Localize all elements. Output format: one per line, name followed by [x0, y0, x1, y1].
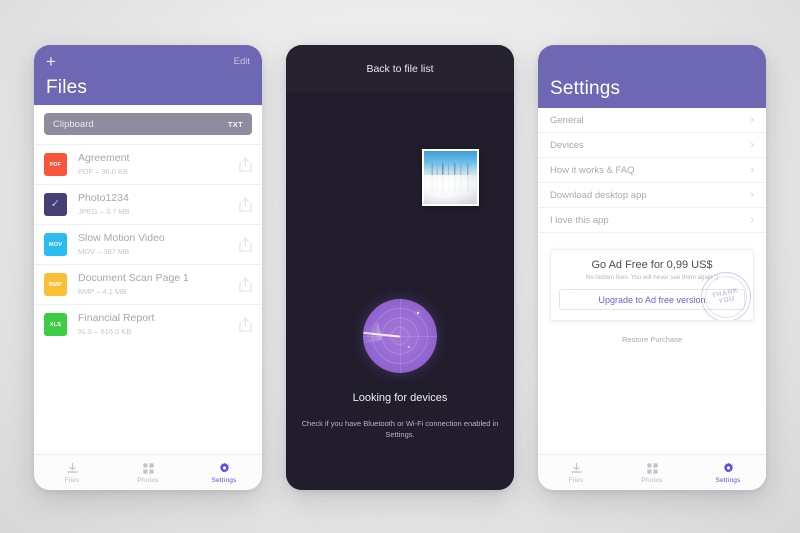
tab-label: Settings: [715, 477, 741, 484]
file-type-badge-selected: ✓: [44, 193, 67, 216]
tab-settings[interactable]: Settings: [186, 455, 262, 490]
file-type-badge: BMP: [44, 273, 67, 296]
file-info: Slow Motion Video MOV – 387 MB: [78, 232, 239, 257]
settings-row-label: Devices: [550, 139, 584, 151]
radar-axis: [400, 299, 401, 373]
table-row[interactable]: MOV Slow Motion Video MOV – 387 MB: [34, 224, 262, 264]
file-list: PDF Agreement PDF – 96.0 KB ✓ Photo1234 …: [34, 144, 262, 344]
settings-row-label: How it works & FAQ: [550, 164, 635, 176]
sidebar-item-faq[interactable]: How it works & FAQ ›: [538, 158, 766, 183]
file-meta-text: PDF – 96.0 KB: [78, 167, 129, 176]
file-meta-text: MOV – 387 MB: [78, 247, 130, 256]
page-title: Files: [46, 77, 88, 98]
radar-animation: [363, 299, 437, 373]
add-file-icon[interactable]: +: [46, 53, 56, 70]
file-info: Financial Report XLS – 616.0 KB: [78, 312, 239, 337]
settings-row-label: General: [550, 114, 584, 126]
share-icon[interactable]: [239, 197, 252, 212]
download-icon: [66, 461, 79, 475]
share-icon[interactable]: [239, 237, 252, 252]
file-type-badge: PDF: [44, 153, 67, 176]
file-meta-text: JPEG – 3.7 MB: [78, 207, 130, 216]
search-hint-text: Check if you have Bluetooth or Wi-Fi con…: [301, 419, 499, 439]
tab-photos[interactable]: Photos: [110, 455, 186, 490]
tab-bar: Files Photos Settings: [34, 454, 262, 490]
tab-files[interactable]: Files: [538, 455, 614, 490]
settings-screen: Settings General › Devices › How it work…: [538, 45, 766, 490]
file-info: Document Scan Page 1 BMP – 4.1 MB: [78, 272, 239, 297]
promo-section: Go Ad Free for 0,99 US$ No hidden fees. …: [538, 233, 766, 344]
share-icon[interactable]: [239, 317, 252, 332]
files-header: + Edit Files: [34, 45, 262, 105]
ad-free-promo-card: Go Ad Free for 0,99 US$ No hidden fees. …: [550, 249, 754, 321]
tab-label: Files: [64, 477, 80, 484]
upgrade-button[interactable]: Upgrade to Ad free version: [559, 289, 745, 310]
clipboard-section: Clipboard TXT: [34, 105, 262, 144]
file-name: Financial Report: [78, 312, 155, 324]
gear-icon: [722, 461, 735, 475]
download-icon: [570, 461, 583, 475]
edit-button[interactable]: Edit: [234, 56, 250, 67]
page-title: Settings: [550, 78, 621, 99]
file-name: Document Scan Page 1: [78, 272, 189, 284]
chevron-right-icon: ›: [750, 138, 754, 151]
file-meta-text: BMP – 4.1 MB: [78, 287, 127, 296]
search-status-text: Looking for devices: [352, 392, 448, 404]
grid-icon: [142, 461, 155, 475]
chevron-right-icon: ›: [750, 113, 754, 126]
checkmark-icon: ✓: [50, 198, 61, 210]
search-body: Looking for devices Check if you have Bl…: [286, 92, 514, 490]
city-skyline-image: [424, 151, 477, 204]
back-to-file-list-button[interactable]: Back to file list: [286, 45, 514, 92]
tab-label: Photos: [641, 477, 663, 484]
promo-title: Go Ad Free for 0,99 US$: [591, 259, 713, 271]
file-name: Agreement: [78, 152, 130, 164]
clipboard-label: Clipboard: [53, 118, 94, 130]
file-info: Agreement PDF – 96.0 KB: [78, 152, 239, 177]
settings-row-label: Download desktop app: [550, 189, 647, 201]
files-screen: + Edit Files Clipboard TXT PDF Agreement…: [34, 45, 262, 490]
chevron-right-icon: ›: [750, 163, 754, 176]
file-info: Photo1234 JPEG – 3.7 MB: [78, 192, 239, 217]
tab-label: Files: [568, 477, 584, 484]
table-row[interactable]: PDF Agreement PDF – 96.0 KB: [34, 144, 262, 184]
settings-list: General › Devices › How it works & FAQ ›…: [538, 108, 766, 490]
chevron-right-icon: ›: [750, 213, 754, 226]
grid-icon: [646, 461, 659, 475]
table-row[interactable]: XLS Financial Report XLS – 616.0 KB: [34, 304, 262, 344]
table-row[interactable]: ✓ Photo1234 JPEG – 3.7 MB: [34, 184, 262, 224]
settings-header: Settings: [538, 45, 766, 108]
gear-icon: [218, 461, 231, 475]
sidebar-item-desktop-app[interactable]: Download desktop app ›: [538, 183, 766, 208]
file-type-badge: MOV: [44, 233, 67, 256]
share-icon[interactable]: [239, 157, 252, 172]
tab-files[interactable]: Files: [34, 455, 110, 490]
file-name: Slow Motion Video: [78, 232, 165, 244]
sidebar-item-general[interactable]: General ›: [538, 108, 766, 133]
file-name: Photo1234: [78, 192, 129, 204]
settings-row-label: I love this app: [550, 214, 609, 226]
tab-bar: Files Photos Settings: [538, 454, 766, 490]
photo-thumbnail[interactable]: [422, 149, 479, 206]
tab-photos[interactable]: Photos: [614, 455, 690, 490]
tab-label: Photos: [137, 477, 159, 484]
sidebar-item-devices[interactable]: Devices ›: [538, 133, 766, 158]
clipboard-ext-badge: TXT: [227, 119, 243, 129]
radar-dial: [363, 299, 437, 373]
sidebar-item-love-app[interactable]: I love this app ›: [538, 208, 766, 233]
radar-blip: [417, 312, 420, 315]
clipboard-row[interactable]: Clipboard TXT: [44, 113, 252, 135]
chevron-right-icon: ›: [750, 188, 754, 201]
share-icon[interactable]: [239, 277, 252, 292]
restore-purchase-button[interactable]: Restore Purchase: [550, 335, 754, 344]
promo-subtitle: No hidden fees. You will never see them …: [585, 274, 719, 281]
tab-label: Settings: [211, 477, 237, 484]
file-meta-text: XLS – 616.0 KB: [78, 327, 132, 336]
file-type-badge: XLS: [44, 313, 67, 336]
tab-settings[interactable]: Settings: [690, 455, 766, 490]
mockup-canvas: + Edit Files Clipboard TXT PDF Agreement…: [0, 0, 800, 533]
table-row[interactable]: BMP Document Scan Page 1 BMP – 4.1 MB: [34, 264, 262, 304]
device-search-screen: Back to file list Looking for devices Ch…: [286, 45, 514, 490]
